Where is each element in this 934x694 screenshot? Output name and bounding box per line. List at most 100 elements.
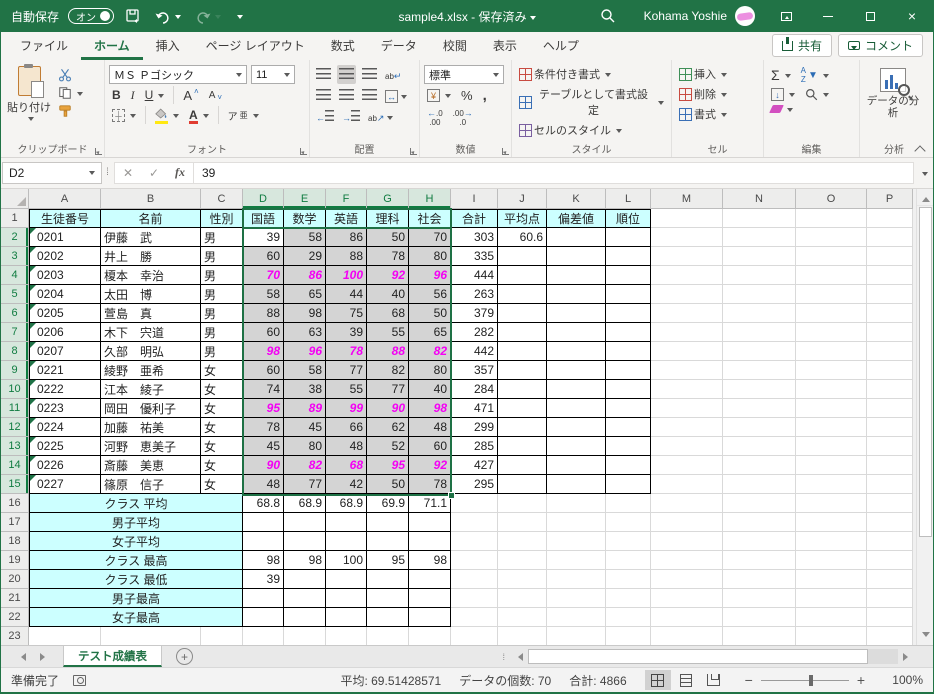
grid-cell[interactable]: 0201 (29, 228, 101, 247)
grid-cell[interactable] (451, 532, 498, 551)
grid-cell[interactable] (867, 475, 913, 494)
grid-cell[interactable] (651, 532, 723, 551)
grid-cell[interactable] (796, 380, 867, 399)
underline-button[interactable]: U (142, 87, 168, 103)
expand-formula-bar-button[interactable] (914, 166, 932, 180)
grid-cell[interactable]: 68 (367, 304, 409, 323)
grid-cell[interactable] (498, 380, 547, 399)
zoom-level[interactable]: 100% (883, 673, 923, 687)
row-header-8[interactable]: 8 (1, 342, 29, 361)
quick-access-more-button[interactable] (232, 11, 245, 22)
name-box[interactable]: D2 (2, 161, 102, 184)
column-header-J[interactable]: J (498, 189, 547, 209)
row-header-22[interactable]: 22 (1, 608, 29, 627)
scroll-down-button[interactable] (917, 628, 933, 645)
grid-cell[interactable] (498, 266, 547, 285)
grid-cell[interactable]: 98 (243, 551, 284, 570)
autosave-toggle[interactable]: オン (68, 8, 115, 24)
zoom-out-button[interactable]: − (745, 672, 753, 688)
sort-filter-button[interactable]: A Z ▼ (798, 65, 832, 85)
grid-cell[interactable] (867, 551, 913, 570)
grid-cell[interactable] (723, 494, 796, 513)
grid-cell[interactable] (284, 513, 326, 532)
autosum-button[interactable]: Σ (768, 66, 794, 84)
sheet-tab-active[interactable]: テスト成績表 (63, 646, 162, 667)
grid-cell[interactable] (867, 437, 913, 456)
grid-cell[interactable] (547, 513, 606, 532)
grid-cell[interactable]: 榎本 幸治 (101, 266, 201, 285)
grid-cell[interactable] (326, 570, 367, 589)
insert-cells-button[interactable]: 挿入 (676, 65, 730, 83)
grid-cell[interactable] (867, 361, 913, 380)
grid-cell[interactable] (723, 266, 796, 285)
grid-cell[interactable] (796, 304, 867, 323)
borders-button[interactable]: ┼ (109, 108, 139, 123)
grid-cell[interactable]: クラス 平均 (29, 494, 243, 513)
grid-cell[interactable] (498, 399, 547, 418)
grid-cell[interactable] (243, 589, 284, 608)
grid-cell[interactable]: 48 (409, 418, 451, 437)
grid-cell[interactable]: 0227 (29, 475, 101, 494)
column-header-G[interactable]: G (367, 189, 409, 209)
fill-button[interactable]: ↓ (768, 87, 798, 102)
select-all-corner[interactable] (1, 189, 29, 209)
grid-cell[interactable]: 性別 (201, 209, 243, 228)
grid-cell[interactable]: 95 (243, 399, 284, 418)
vertical-scroll-thumb[interactable] (919, 207, 932, 537)
row-header-15[interactable]: 15 (1, 475, 29, 494)
grid-cell[interactable]: 男 (201, 266, 243, 285)
grid-cell[interactable]: 77 (326, 361, 367, 380)
grid-cell[interactable] (547, 551, 606, 570)
grid-cell[interactable] (409, 608, 451, 627)
grid-cell[interactable] (796, 342, 867, 361)
grid-cell[interactable]: 44 (326, 285, 367, 304)
grid-cell[interactable] (606, 361, 651, 380)
delete-cells-button[interactable]: 削除 (676, 85, 730, 103)
column-header-O[interactable]: O (796, 189, 867, 209)
grid-cell[interactable] (723, 209, 796, 228)
grid-cell[interactable]: 平均点 (498, 209, 547, 228)
grid-cell[interactable]: 68 (326, 456, 367, 475)
grid-cell[interactable]: 92 (409, 456, 451, 475)
scroll-up-button[interactable] (917, 189, 933, 206)
grid-cell[interactable] (498, 589, 547, 608)
grid-cell[interactable]: 88 (326, 247, 367, 266)
grid-cell[interactable]: 55 (326, 380, 367, 399)
grid-cell[interactable] (796, 494, 867, 513)
grid-cell[interactable] (498, 323, 547, 342)
fill-color-button[interactable] (152, 107, 182, 124)
column-header-C[interactable]: C (201, 189, 243, 209)
grid-cell[interactable] (451, 570, 498, 589)
align-center-button[interactable] (337, 86, 356, 105)
grid-cell[interactable]: 82 (367, 361, 409, 380)
row-header-10[interactable]: 10 (1, 380, 29, 399)
grid-cell[interactable]: 60 (243, 361, 284, 380)
grid-cell[interactable] (243, 532, 284, 551)
grid-cell[interactable] (547, 418, 606, 437)
grid-cell[interactable]: 加藤 祐美 (101, 418, 201, 437)
grid-cell[interactable] (723, 380, 796, 399)
grid-cell[interactable]: 40 (409, 380, 451, 399)
grid-cell[interactable] (547, 323, 606, 342)
ribbon-display-options-button[interactable] (765, 0, 807, 32)
grid-cell[interactable] (547, 304, 606, 323)
grid-cell[interactable]: 284 (451, 380, 498, 399)
row-header-19[interactable]: 19 (1, 551, 29, 570)
grid-cell[interactable]: 0224 (29, 418, 101, 437)
grid-cell[interactable]: 80 (284, 437, 326, 456)
grid-cell[interactable] (284, 532, 326, 551)
horizontal-scrollbar[interactable] (528, 649, 898, 664)
column-header-M[interactable]: M (651, 189, 723, 209)
grid-cell[interactable]: 299 (451, 418, 498, 437)
grid-cell[interactable] (796, 475, 867, 494)
grid-cell[interactable]: 98 (243, 342, 284, 361)
align-middle-button[interactable] (337, 65, 356, 84)
grid-cell[interactable] (498, 285, 547, 304)
font-name-select[interactable]: ＭＳ Ｐゴシック (109, 65, 247, 84)
grid-cell[interactable] (606, 513, 651, 532)
grid-cell[interactable] (606, 380, 651, 399)
grid-cell[interactable] (723, 608, 796, 627)
grid-cell[interactable]: 0204 (29, 285, 101, 304)
grid-cell[interactable] (796, 266, 867, 285)
grid-cell[interactable] (498, 418, 547, 437)
